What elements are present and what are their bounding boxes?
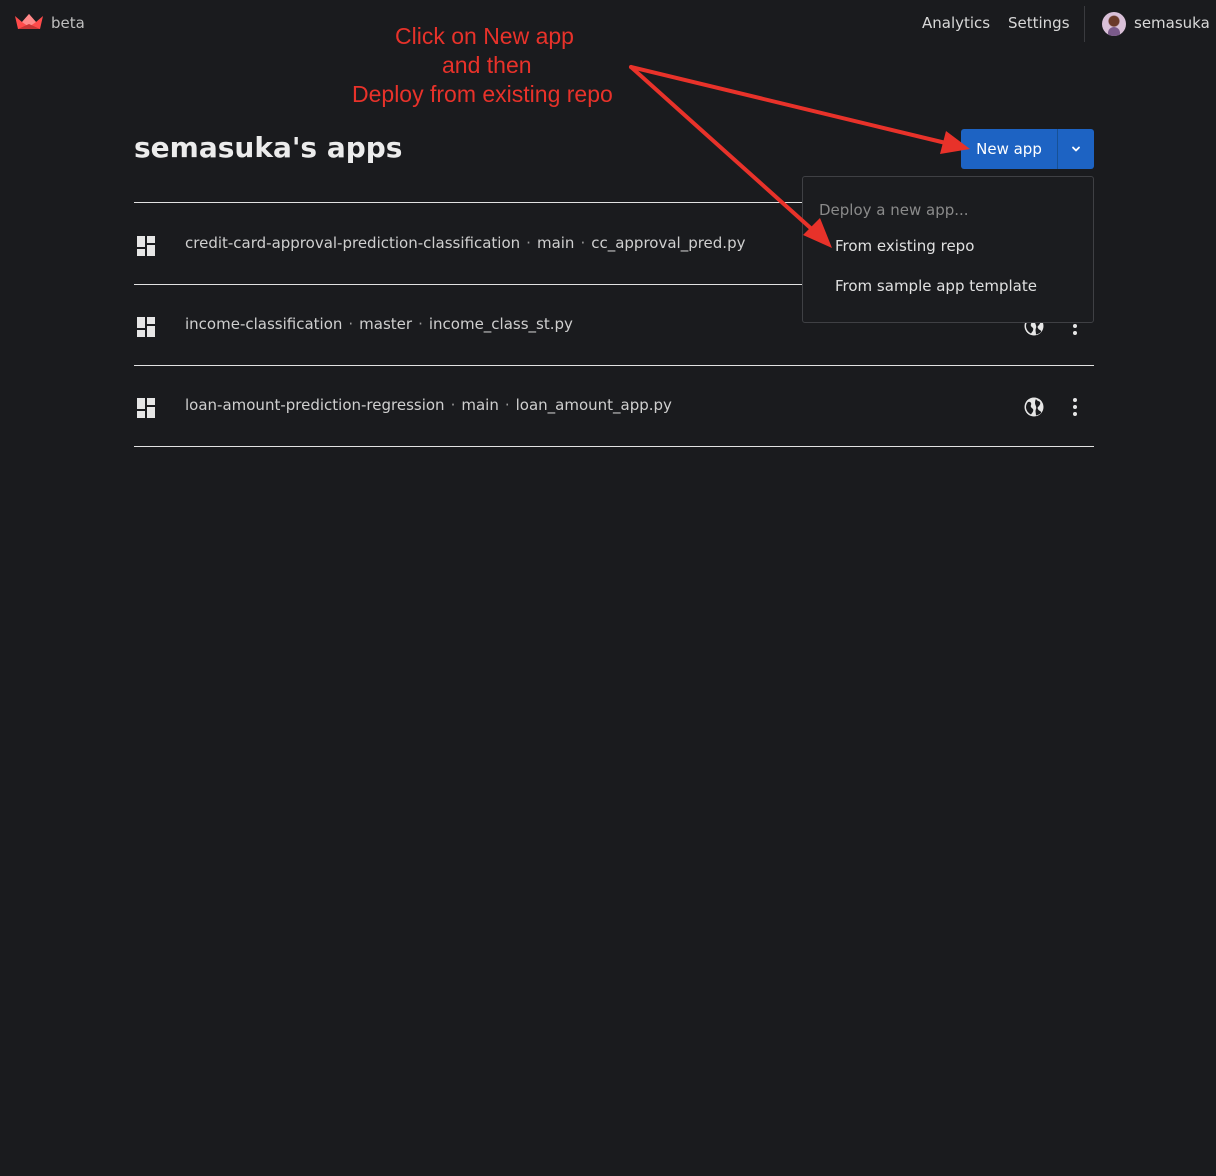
annotation-text: and then xyxy=(442,52,532,78)
separator: · xyxy=(450,396,456,414)
list-divider xyxy=(134,446,1094,447)
streamlit-logo-icon[interactable] xyxy=(14,12,44,32)
menu-item-from-existing-repo[interactable]: From existing repo xyxy=(835,237,974,255)
app-file: loan_amount_app.py xyxy=(515,396,672,414)
app-repo: credit-card-approval-prediction-classifi… xyxy=(185,234,521,252)
globe-icon[interactable] xyxy=(1023,396,1045,418)
app-file: cc_approval_pred.py xyxy=(591,234,746,252)
nav-divider xyxy=(1084,6,1085,42)
app-branch: main xyxy=(461,396,499,414)
username[interactable]: semasuka xyxy=(1134,14,1210,32)
kebab-menu-icon[interactable] xyxy=(1069,396,1081,418)
annotation-text: Deploy from existing repo xyxy=(352,81,613,107)
app-file: income_class_st.py xyxy=(428,315,573,333)
app-row[interactable]: loan-amount-prediction-regression · main · l… xyxy=(134,366,1094,446)
separator: · xyxy=(526,234,531,252)
user-avatar[interactable] xyxy=(1102,12,1126,36)
app-info[interactable]: income-classification · master · income_clas… xyxy=(185,315,573,333)
app-branch: master xyxy=(359,315,413,333)
app-info[interactable]: credit-card-approval-prediction-classifi… xyxy=(185,234,745,252)
beta-label: beta xyxy=(51,14,85,32)
annotation-text: Click on New app xyxy=(395,23,574,49)
dropdown-header: Deploy a new app... xyxy=(819,201,969,219)
app-info[interactable]: loan-amount-prediction-regression · main · l… xyxy=(185,396,672,414)
menu-item-from-sample-template[interactable]: From sample app template xyxy=(835,277,1037,295)
separator: · xyxy=(418,315,423,333)
chevron-down-icon xyxy=(1072,146,1080,152)
separator: · xyxy=(348,315,354,333)
app-repo: loan-amount-prediction-regression xyxy=(185,396,445,414)
new-app-button-group: New app xyxy=(961,129,1094,169)
page-title: semasuka's apps xyxy=(134,131,403,164)
app-repo: income-classification xyxy=(185,315,343,333)
dashboard-grid-icon xyxy=(137,236,155,256)
dashboard-grid-icon xyxy=(137,398,155,418)
separator: · xyxy=(580,234,586,252)
nav-settings-link[interactable]: Settings xyxy=(1008,14,1070,32)
nav-analytics-link[interactable]: Analytics xyxy=(922,14,990,32)
new-app-dropdown-toggle[interactable] xyxy=(1057,129,1095,169)
new-app-button[interactable]: New app xyxy=(961,129,1057,169)
separator: · xyxy=(504,396,510,414)
dashboard-grid-icon xyxy=(137,317,155,337)
new-app-dropdown-menu: Deploy a new app... From existing repo F… xyxy=(802,176,1094,323)
app-branch: main xyxy=(536,234,575,252)
